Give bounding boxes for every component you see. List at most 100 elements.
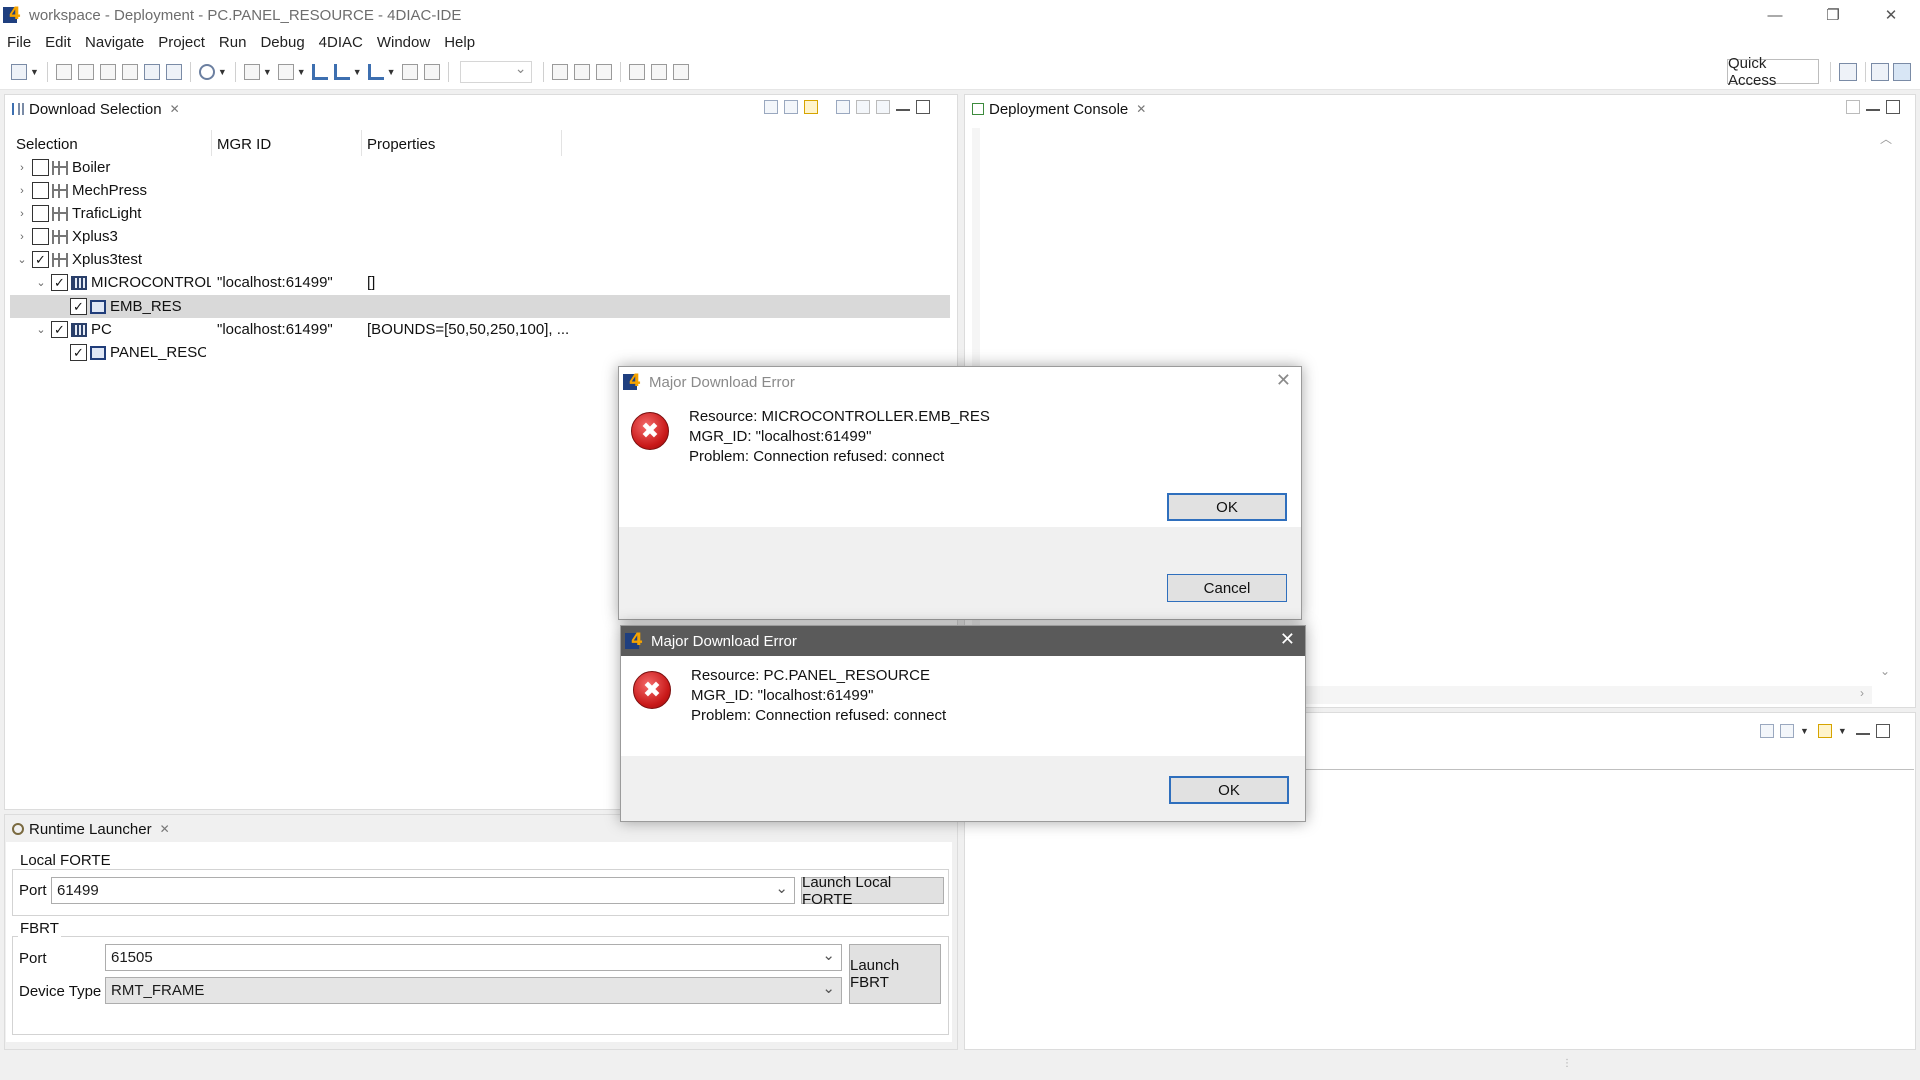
dialog-close-icon[interactable]: ✕ bbox=[1276, 370, 1291, 391]
menu-navigate[interactable]: Navigate bbox=[78, 34, 151, 51]
nav-forward-icon[interactable] bbox=[876, 100, 890, 114]
launch-fbrt-button[interactable]: Launch FBRT bbox=[849, 944, 941, 1004]
new-icon[interactable] bbox=[11, 63, 27, 80]
home-icon[interactable] bbox=[836, 100, 850, 114]
open-console-icon[interactable] bbox=[1817, 724, 1832, 738]
next-annotation-icon[interactable] bbox=[277, 63, 294, 80]
expand-all-icon[interactable] bbox=[784, 100, 798, 114]
close-window-button[interactable]: ✕ bbox=[1862, 0, 1920, 30]
deploy-all-icon[interactable] bbox=[165, 63, 182, 80]
collapse-chevron-icon[interactable]: ⌄ bbox=[15, 253, 29, 266]
expand-chevron-icon[interactable]: › bbox=[15, 208, 29, 220]
tree-row-microcontroller[interactable]: ⌄ ✓ MICROCONTROLL bbox=[34, 271, 211, 294]
close-tab-icon[interactable]: ✕ bbox=[170, 102, 180, 116]
align-right-icon[interactable] bbox=[595, 63, 612, 80]
zoom-combo[interactable] bbox=[459, 60, 532, 83]
column-properties[interactable]: Properties bbox=[367, 136, 435, 153]
forward-dropdown-icon[interactable]: ▼ bbox=[387, 67, 396, 77]
deployment-perspective-icon[interactable] bbox=[1893, 63, 1911, 81]
save-icon[interactable] bbox=[55, 63, 72, 80]
selection-checkbox[interactable]: ✓ bbox=[70, 344, 87, 361]
print-icon[interactable] bbox=[99, 63, 116, 80]
minimize-view-icon[interactable] bbox=[1866, 103, 1880, 111]
tree-row-emb-res[interactable]: ✓ EMB_RES bbox=[67, 295, 182, 318]
maximize-view-icon[interactable] bbox=[916, 100, 930, 114]
tree-row-xplus3test[interactable]: ⌄ ✓ Xplus3test bbox=[15, 248, 142, 271]
menu-debug[interactable]: Debug bbox=[253, 34, 311, 51]
tree-row-mechpress[interactable]: › MechPress bbox=[15, 179, 147, 202]
align-top-icon[interactable] bbox=[628, 63, 645, 80]
maximize-view-icon[interactable] bbox=[1886, 100, 1900, 114]
expand-chevron-icon[interactable]: › bbox=[15, 185, 29, 197]
menu-file[interactable]: File bbox=[0, 34, 38, 51]
collapse-chevron-icon[interactable]: ⌄ bbox=[34, 276, 48, 289]
close-tab-icon[interactable]: ✕ bbox=[1136, 102, 1146, 116]
fbrt-port-combo[interactable]: 61505 ⌄ bbox=[105, 944, 842, 971]
display-icon[interactable] bbox=[1780, 724, 1794, 738]
align-center-icon[interactable] bbox=[573, 63, 590, 80]
tab-deployment-console[interactable]: Deployment Console ✕ bbox=[966, 96, 1153, 122]
column-selection[interactable]: Selection bbox=[16, 136, 78, 153]
save-all-icon[interactable] bbox=[77, 63, 94, 80]
cancel-button[interactable]: Cancel bbox=[1167, 574, 1287, 602]
minimize-view-icon[interactable] bbox=[896, 103, 910, 111]
expand-chevron-icon[interactable]: › bbox=[15, 162, 29, 174]
search-icon[interactable] bbox=[198, 63, 215, 80]
menu-edit[interactable]: Edit bbox=[38, 34, 78, 51]
scroll-down-icon[interactable]: ⌄ bbox=[1880, 664, 1890, 678]
device-type-combo[interactable]: RMT_FRAME ⌄ bbox=[105, 977, 842, 1004]
dropdown-icon[interactable]: ⌄ bbox=[822, 979, 835, 997]
next-annotation-dropdown-icon[interactable]: ▼ bbox=[297, 67, 306, 77]
align-bottom-icon[interactable] bbox=[672, 63, 689, 80]
menu-run[interactable]: Run bbox=[212, 34, 254, 51]
redo-icon[interactable] bbox=[423, 63, 440, 80]
selection-checkbox[interactable] bbox=[32, 205, 49, 222]
selection-checkbox[interactable]: ✓ bbox=[51, 321, 68, 338]
align-left-icon[interactable] bbox=[551, 63, 568, 80]
scroll-up-icon[interactable]: ︿ bbox=[1880, 130, 1892, 147]
ok-button[interactable]: OK bbox=[1167, 493, 1287, 521]
menu-4diac[interactable]: 4DIAC bbox=[312, 34, 370, 51]
selection-checkbox[interactable] bbox=[32, 228, 49, 245]
undo-icon[interactable] bbox=[401, 63, 418, 80]
open-perspective-icon[interactable] bbox=[1839, 63, 1857, 81]
dialog-close-icon[interactable]: ✕ bbox=[1280, 629, 1295, 650]
selection-checkbox[interactable]: ✓ bbox=[32, 251, 49, 268]
ok-button[interactable]: OK bbox=[1169, 776, 1289, 804]
expand-chevron-icon[interactable]: › bbox=[15, 231, 29, 243]
open-console-dropdown-icon[interactable]: ▼ bbox=[1838, 726, 1847, 736]
back-icon[interactable] bbox=[333, 63, 350, 80]
restore-button[interactable]: ❐ bbox=[1804, 0, 1862, 30]
tab-runtime-launcher[interactable]: Runtime Launcher ✕ bbox=[6, 816, 176, 842]
menu-project[interactable]: Project bbox=[151, 34, 212, 51]
tree-row-xplus3[interactable]: › Xplus3 bbox=[15, 225, 118, 248]
selection-checkbox[interactable] bbox=[32, 159, 49, 176]
new-dropdown-icon[interactable]: ▼ bbox=[30, 67, 39, 77]
menu-help[interactable]: Help bbox=[437, 34, 482, 51]
nav-back-icon[interactable] bbox=[856, 100, 870, 114]
tab-download-selection[interactable]: Download Selection ✕ bbox=[6, 96, 186, 122]
quick-access-field[interactable]: Quick Access bbox=[1727, 55, 1819, 89]
minimize-button[interactable]: — bbox=[1746, 0, 1804, 30]
tree-row-pc[interactable]: ⌄ ✓ PC bbox=[34, 318, 112, 341]
maximize-view-icon[interactable] bbox=[1875, 724, 1890, 738]
menu-window[interactable]: Window bbox=[370, 34, 437, 51]
display-dropdown-icon[interactable]: ▼ bbox=[1800, 726, 1809, 736]
minimize-view-icon[interactable] bbox=[1855, 727, 1870, 735]
clear-console-icon[interactable] bbox=[1846, 100, 1860, 114]
annotation-dropdown-icon[interactable]: ▼ bbox=[263, 67, 272, 77]
selection-checkbox[interactable]: ✓ bbox=[70, 298, 87, 315]
local-port-combo[interactable]: 61499 ⌄ bbox=[51, 877, 795, 904]
selection-checkbox[interactable]: ✓ bbox=[51, 274, 68, 291]
back-dropdown-icon[interactable]: ▼ bbox=[353, 67, 362, 77]
tree-row-panel-resource[interactable]: ✓ PANEL_RESOU bbox=[67, 341, 206, 364]
launch-local-forte-button[interactable]: Launch Local FORTE bbox=[801, 874, 944, 908]
tree-row-boiler[interactable]: › Boiler bbox=[15, 156, 110, 179]
close-tab-icon[interactable]: ✕ bbox=[160, 822, 170, 836]
dropdown-icon[interactable]: ⌄ bbox=[775, 879, 788, 897]
deploy-icon[interactable] bbox=[143, 63, 160, 80]
pin-icon[interactable] bbox=[1760, 724, 1774, 738]
system-perspective-icon[interactable] bbox=[1871, 63, 1889, 81]
forward-icon[interactable] bbox=[367, 63, 384, 80]
refresh-icon[interactable] bbox=[804, 100, 818, 114]
